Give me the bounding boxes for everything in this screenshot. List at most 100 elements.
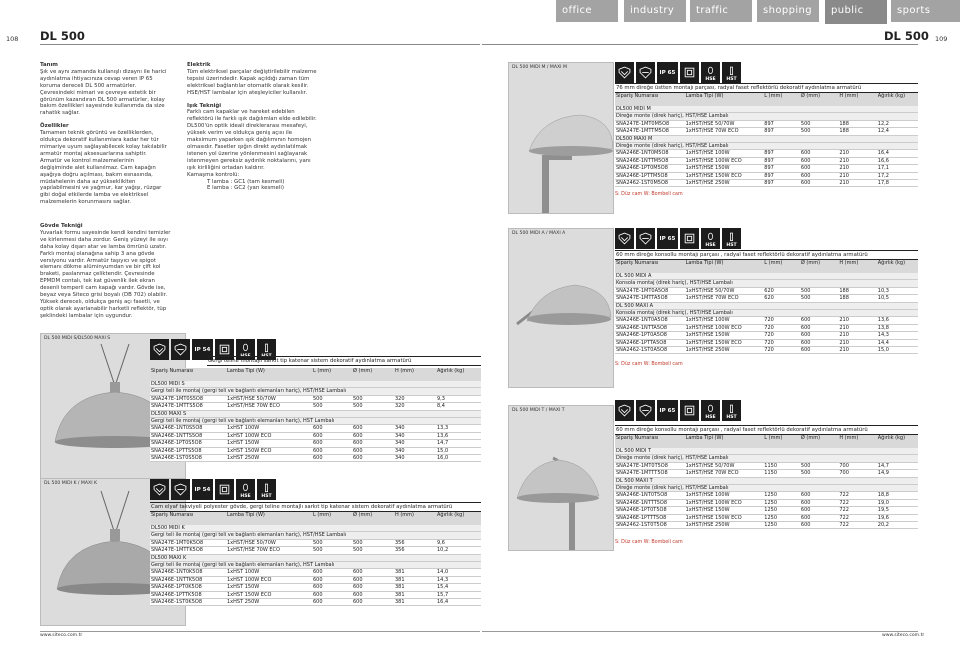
table-cell: 1150 [763,462,800,470]
table-cell: 17,2 [876,172,918,180]
hse-lamp-icon: HSE [701,62,720,83]
table-cell: 1xHST/HSE 100W [684,491,764,500]
product-photo-m: DL 500 MIDI M / MAXI M [508,62,614,214]
table-row: SNA247E-1MTTK5O8 1xHST/HSE 70W ECO 500 500 3… [150,546,481,555]
table-cell: 20,2 [876,521,918,529]
left-page-title: DL 500 [40,29,85,43]
product-desc-t: 60 mm direğe konsollu montajı parçası , … [615,425,918,435]
table-cell: 500 [312,402,352,411]
table-cell: 600 [352,598,394,606]
table-cell: 897 [763,149,800,158]
tab-traffic[interactable]: traffic [690,0,752,22]
reflector-icon [636,62,655,83]
table-cell: 16,6 [876,157,918,165]
table-cell: SNA246E-1PTTA5O8 [615,339,685,347]
table-cell: SNA247E-1MT0K5O8 [150,539,226,547]
table-cell: 600 [312,583,352,592]
protection-class-icon [680,228,699,249]
table-row: SNA246E-1PTTK5O8 1xHST 150W ECO 600 600 381 1… [150,591,481,599]
table-cell: 188 [838,127,877,136]
table-row: SNA246E-1NTTM5O8 1xHST/HSE 100W ECO 897 600… [615,157,918,165]
table-cell: 1xHST 100W [226,424,312,433]
table-cell: 14,3 [436,576,481,584]
glare-t-lamp: T lamba : GC1 (tam kesmeli) [207,178,285,185]
product-desc-a: 60 mm direğe konsollu montajı parçası , … [615,250,918,260]
footer-url-right[interactable]: www.siteco.com.tr [882,633,924,638]
footer-url-left[interactable]: www.siteco.com.tr [40,633,82,638]
table-row: SNA246E-1NT0T5O8 1xHST/HSE 100W 1250 600 722… [615,491,918,500]
table-section-row: DL500 MIDI M [615,106,918,113]
table-cell: 1xHST/HSE 150W [684,164,764,173]
table-cell: 19,0 [876,499,918,507]
icons-m: IP 65 HSE HST [615,62,741,83]
tab-shopping[interactable]: shopping [757,0,819,22]
table-cell: 600 [352,591,394,599]
table-cell: 720 [763,346,800,354]
table-cell: 19,6 [876,514,918,522]
table-cell: 600 [799,331,839,340]
table-cell: 720 [763,316,800,325]
column-header: Sipariş Numarası [615,260,685,273]
table-cell: 500 [352,546,394,555]
table-cell: 1150 [763,469,800,478]
product-desc-m: 76 mm direğe üstten montajı parçası, rad… [615,83,918,93]
table-cell: SNA2462-1ST0M5O8 [615,179,685,187]
table-cell: 13,6 [876,316,918,325]
table-cell: 500 [312,546,352,555]
table-cell: 13,6 [436,432,481,440]
column-header: Sipariş Numarası [150,512,226,525]
section-label: DL 500 MIDI T [615,448,918,455]
table-cell: 210 [838,324,877,332]
column-header: H (mm) [838,260,877,273]
table-cell: 722 [838,491,877,500]
table-cell: 10,2 [436,546,481,555]
glass-legend-a: S: Düz cam W: Bombeli cam [615,362,683,367]
tab-industry[interactable]: industry [624,0,686,22]
table-cell: 381 [394,591,436,599]
table-header-row: Sipariş Numarası Lamba Tipi (W) L (mm) Ø (m… [615,435,918,448]
left-page-number: 108 [6,35,19,43]
table-cell: 210 [838,316,877,325]
column-header: H (mm) [394,368,436,381]
table-cell: 720 [763,324,800,332]
table-row: SNA247E-1MTTT5O8 1xHST/HSE 70W ECO 1150 500… [615,469,918,478]
table-cell: 722 [838,514,877,522]
table-cell: 356 [394,539,436,547]
table-cell: SNA246E-1NT0T5O8 [615,491,685,500]
table-cell: 1xHST/HSE 150W [684,506,764,515]
table-cell: SNA247E-1MT0A5O8 [615,287,685,295]
hse-lamp-icon: HSE [701,400,720,421]
table-cell: 500 [799,469,839,478]
table-cell: 15,0 [436,447,481,455]
column-header: Sipariş Numarası [615,435,685,448]
table-cell: 14,4 [876,339,918,347]
table-cell: 1xHST 250W [226,454,312,462]
table-cell: 1xHST/HSE 50/70W [684,287,764,295]
table-cell: 600 [799,157,839,165]
tab-sports[interactable]: sports [891,0,960,22]
table-cell: SNA246E-1PT0M5O8 [615,164,685,173]
table-section-row: DL 500 MAXI A [615,302,918,310]
tab-office[interactable]: office [556,0,618,22]
lamp-a-image [516,284,612,326]
table-row: SNA246E-1PT0T5O8 1xHST/HSE 150W 1250 600 722… [615,506,918,515]
category-tabs: office industry traffic shopping public … [0,0,960,24]
table-cell: 17,1 [876,164,918,173]
hse-lamp-icon: HSE [236,479,255,500]
table-section-row: DL 500 MIDI A [615,273,918,280]
class-icon [150,479,169,500]
table-row: SNA246E-1NTTK5O8 1xHST 100W ECO 600 600 381 1… [150,576,481,584]
column-header: L (mm) [312,512,352,525]
table-cell: 1250 [763,491,800,500]
table-cell: SNA246E-1PTTK5O8 [150,591,226,599]
table-row: SNA247E-1MTTS5O8 1xHST/HSE 70W ECO 500 500 3… [150,402,481,411]
hst-lamp-icon: HST [722,62,741,83]
icons-a: IP 65 HSE HST [615,228,741,249]
table-cell: 500 [799,287,839,295]
table-cell: SNA246E-1PTTM5O8 [615,172,685,180]
table-cell: SNA246E-1NTTS5O8 [150,432,226,440]
table-cell: 15,4 [436,583,481,592]
table-cell: 600 [799,339,839,347]
tab-public[interactable]: public [825,0,887,24]
column-header: Ağırlık (kg) [436,512,481,525]
